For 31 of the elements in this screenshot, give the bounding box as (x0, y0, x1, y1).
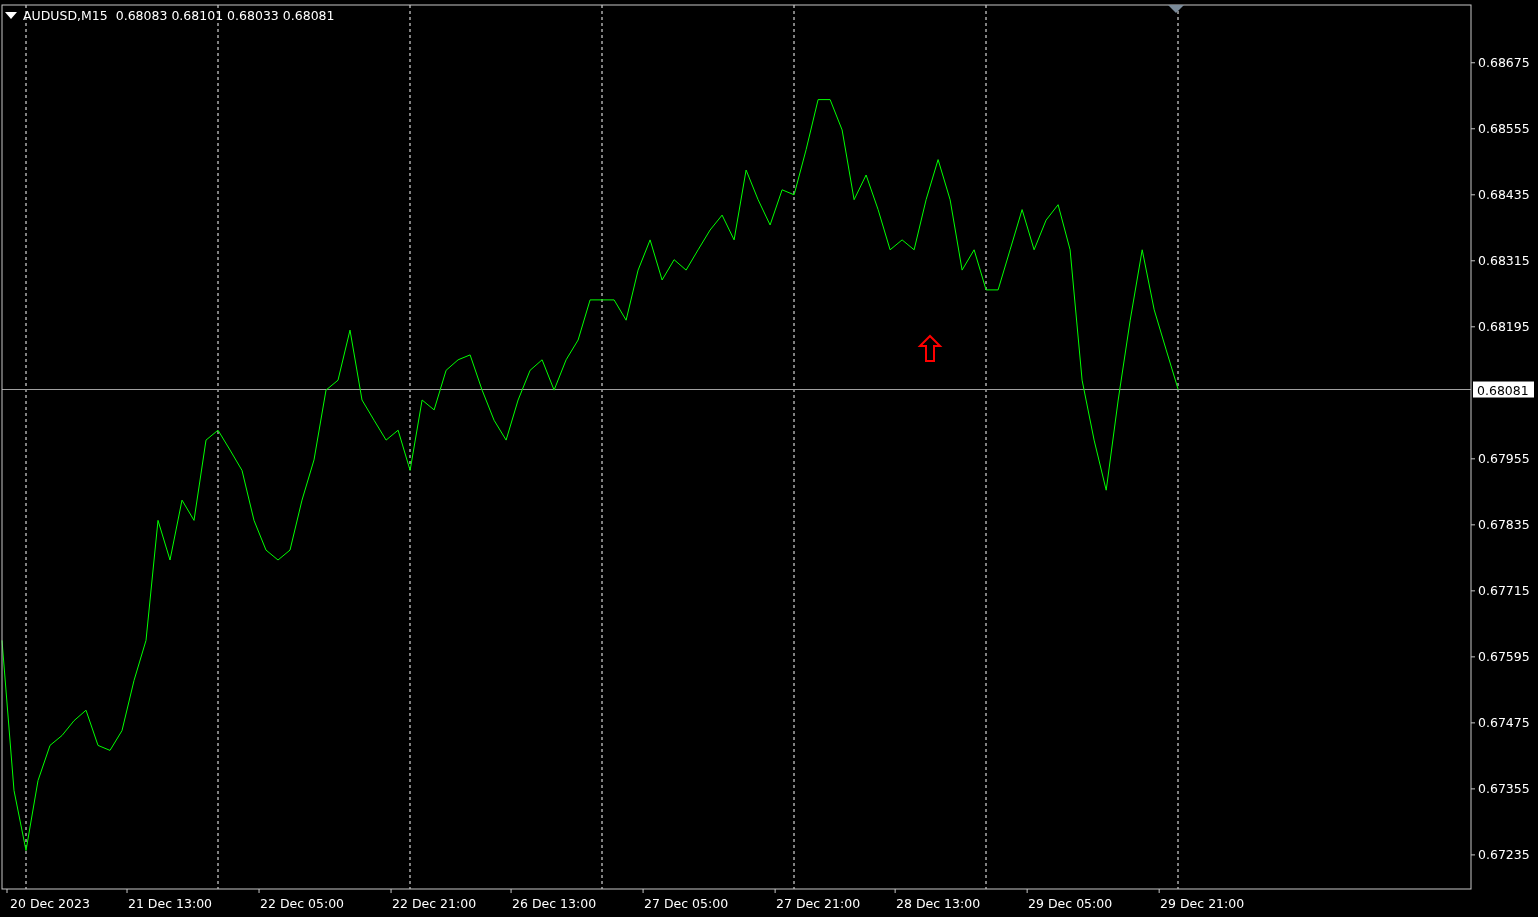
x-axis-label: 27 Dec 21:00 (776, 896, 861, 911)
x-axis-label: 29 Dec 21:00 (1160, 896, 1245, 911)
x-axis-label: 28 Dec 13:00 (896, 896, 981, 911)
ref-line-label: 0.68081 (1477, 382, 1529, 398)
y-axis-label: 0.67355 (1478, 781, 1530, 797)
x-axis-label: 22 Dec 21:00 (392, 896, 477, 911)
x-axis-label: 21 Dec 13:00 (128, 896, 213, 911)
price-value: 0.68101 (171, 8, 224, 23)
y-axis-label: 0.67715 (1478, 583, 1530, 599)
y-axis-label: 0.68195 (1478, 319, 1530, 335)
x-axis-label: 27 Dec 05:00 (644, 896, 729, 911)
price-value: 0.68081 (282, 8, 335, 23)
y-axis-label: 0.68315 (1478, 253, 1530, 269)
y-axis-label: 0.67235 (1478, 847, 1530, 863)
price-value: 0.68083 (115, 8, 168, 23)
shift-marker-icon[interactable] (1168, 5, 1184, 13)
y-axis-label: 0.68435 (1478, 187, 1530, 203)
y-axis-label: 0.67835 (1478, 517, 1530, 533)
up-arrow-icon (917, 334, 943, 362)
y-axis-label: 0.67595 (1478, 649, 1530, 665)
x-axis-label: 29 Dec 05:00 (1028, 896, 1113, 911)
dropdown-triangle-icon[interactable] (5, 11, 17, 20)
y-axis-label: 0.67475 (1478, 715, 1530, 731)
x-axis-label: 26 Dec 13:00 (512, 896, 597, 911)
y-axis-label: 0.68555 (1478, 121, 1530, 137)
x-axis-label: 22 Dec 05:00 (260, 896, 345, 911)
y-axis-label: 0.67955 (1478, 451, 1530, 467)
x-axis-label: 20 Dec 2023 (10, 896, 90, 911)
symbol-label: AUDUSD,M15 (23, 8, 108, 23)
y-axis-label: 0.68675 (1478, 55, 1530, 71)
price-value: 0.68033 (227, 8, 279, 23)
